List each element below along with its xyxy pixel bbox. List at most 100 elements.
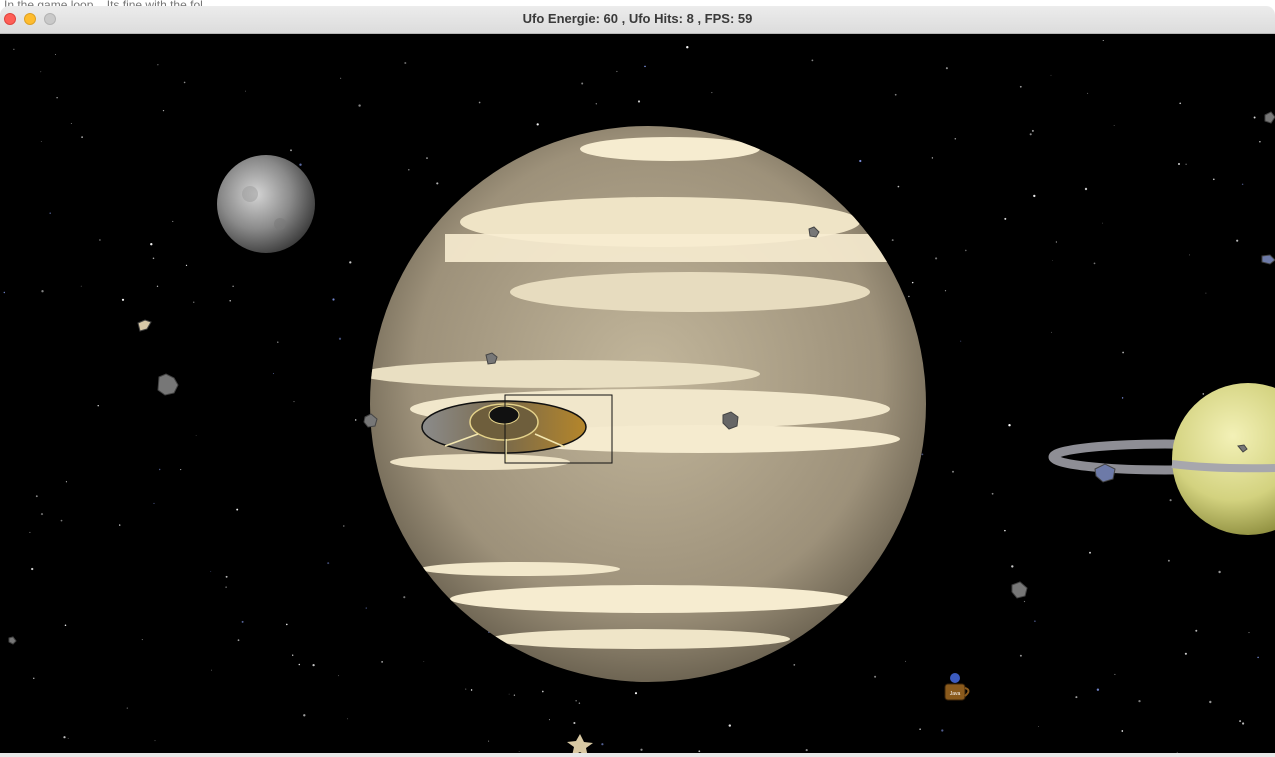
star-dot (157, 64, 159, 66)
star-dot (1102, 222, 1103, 224)
star-dot (1167, 559, 1170, 562)
star-dot (945, 67, 948, 70)
star-dot (1052, 260, 1053, 262)
star-dot (698, 750, 701, 753)
star-dot (1089, 551, 1091, 554)
star-dot (874, 675, 877, 678)
star-dot (508, 693, 510, 695)
star-dot (954, 137, 957, 140)
star-dot (1138, 699, 1141, 703)
star-dot (905, 660, 907, 662)
star-dot (513, 694, 516, 696)
star-dot (338, 675, 340, 677)
star-dot (1241, 183, 1244, 186)
star-dot (64, 624, 67, 627)
star-dot (3, 291, 5, 294)
star-dot (150, 243, 153, 246)
star-dot (403, 596, 406, 599)
star-dot (634, 692, 638, 695)
star-dot (183, 81, 186, 84)
star-dot (1122, 351, 1124, 354)
star-dot (575, 700, 577, 702)
java-coffee-cup: Java (944, 673, 970, 701)
star-dot (1004, 217, 1007, 220)
star-dot (365, 607, 367, 609)
star-dot (272, 373, 275, 375)
star-dot (536, 123, 539, 126)
star-dot (354, 419, 357, 421)
star-dot (541, 690, 544, 693)
star-dot (225, 575, 228, 578)
star-dot (347, 718, 348, 720)
star-dot (1218, 570, 1221, 574)
window-bottom-edge (0, 753, 1275, 757)
star-dot (293, 401, 295, 403)
star-dot (1031, 129, 1034, 132)
star-dot (172, 220, 174, 222)
star-dot (162, 109, 165, 112)
star-dot (601, 743, 604, 746)
star-dot (991, 492, 994, 495)
star-dot (1055, 241, 1058, 243)
space-scene: Java (3, 40, 1275, 753)
star-dot (711, 92, 713, 94)
ringed-planet (1048, 383, 1275, 535)
window-titlebar[interactable]: Ufo Energie: 60 , Ufo Hits: 8 , FPS: 59 (0, 6, 1275, 34)
game-canvas[interactable]: Java (0, 34, 1275, 753)
star-dot (97, 405, 99, 407)
star-dot (1121, 730, 1124, 732)
star-dot (637, 100, 641, 103)
star-dot (99, 239, 101, 241)
star-dot (921, 453, 924, 456)
star-dot (640, 748, 643, 751)
star-dot (1239, 720, 1242, 723)
star-dot (31, 567, 34, 571)
star-dot (277, 341, 279, 343)
star-dot (60, 519, 63, 522)
star-dot (935, 257, 938, 260)
star-dot (1257, 656, 1259, 659)
star-dot (1004, 529, 1006, 532)
star-dot (919, 728, 921, 730)
star-dot (436, 182, 439, 185)
star-dot (1011, 565, 1014, 568)
star-dot (1121, 397, 1124, 399)
star-dot (67, 737, 69, 739)
star-dot (152, 257, 155, 260)
star-dot (891, 239, 894, 242)
star-dot (343, 525, 345, 527)
star-dot (153, 502, 155, 504)
star-dot (70, 123, 72, 124)
star-dot (1033, 194, 1036, 198)
star-dot (1023, 600, 1026, 603)
star-dot (1008, 424, 1011, 427)
star-dot (41, 290, 44, 293)
star-dot (616, 70, 618, 73)
star-dot (1185, 163, 1187, 165)
star-dot (404, 61, 407, 65)
star-dot (894, 93, 897, 96)
star-dot (349, 261, 352, 264)
star-dot (1209, 700, 1212, 704)
star-dot (126, 707, 128, 709)
star-dot (1248, 632, 1250, 634)
star-dot (55, 54, 56, 55)
gas-giant-planet (370, 126, 926, 682)
star-dot (897, 185, 900, 188)
star-dot (299, 163, 302, 166)
star-dot (960, 340, 962, 342)
star-dot (1034, 620, 1036, 623)
star-dot (232, 285, 234, 287)
star-dot (581, 82, 584, 85)
star-dot (40, 513, 44, 516)
star-dot (793, 664, 796, 666)
star-dot (65, 481, 67, 483)
star-dot (292, 654, 294, 656)
star-dot (1169, 499, 1172, 502)
star-dot (225, 586, 227, 588)
star-dot (423, 660, 425, 662)
star-dot (811, 59, 814, 62)
star-dot (193, 301, 195, 303)
star-dot (1178, 163, 1180, 165)
star-dot (80, 285, 82, 287)
